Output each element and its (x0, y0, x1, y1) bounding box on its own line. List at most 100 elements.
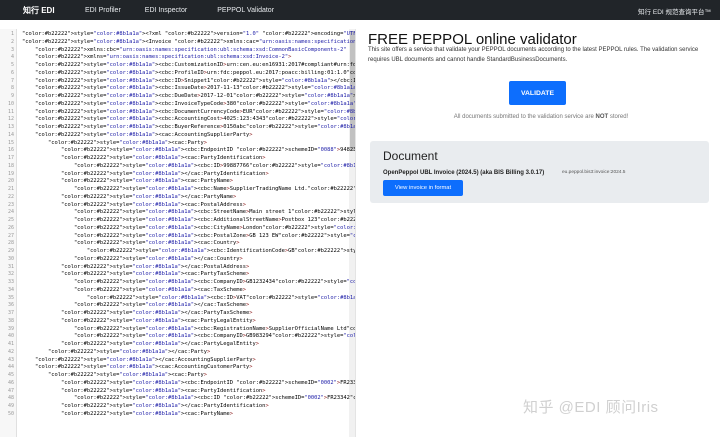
line-number: 48 (7, 395, 14, 402)
nav-edi-inspector[interactable]: EDI Inspector (145, 7, 187, 14)
code-text: "color:#b22222">style="color:#8b1a1a"><c… (60, 379, 356, 386)
code-text: "color:#b22222">style="color:#8b1a1a"><c… (60, 317, 256, 324)
line-number: 17 (7, 155, 14, 161)
code-line: 18 "color:#b22222">style="color:#8b1a1a"… (0, 163, 355, 171)
line-number: 7 (10, 77, 14, 84)
code-text: "color:#b22222">xmlns="urn:oasis:names:s… (34, 54, 292, 61)
line-number: 3 (10, 46, 14, 53)
code-line: 47 "color:#b22222">style="color:#8b1a1a"… (0, 388, 349, 396)
code-text: "color:#b22222">style="color:#8b1a1a"></… (47, 348, 211, 355)
view-invoice-button[interactable]: View invoice in format (383, 180, 463, 196)
line-number: 37 (7, 310, 14, 316)
line-number: 16 (7, 147, 14, 154)
code-text: "color:#b22222">style="color:#8b1a1a"><c… (47, 139, 208, 146)
code-line: 30 "color:#b22222">style="color:#8b1a1a"… (0, 256, 349, 264)
line-number: 12 (7, 116, 14, 123)
code-line: 42 "color:#b22222">style="color:#8b1a1a"… (0, 349, 349, 357)
line-number: 45 (7, 372, 14, 378)
code-text: "color:#b22222">style="color:#8b1a1a"><c… (34, 116, 355, 123)
code-line: 27 "color:#b22222">style="color:#8b1a1a"… (0, 232, 355, 241)
line-number: 6 (10, 69, 14, 76)
line-number: 24 (7, 209, 14, 216)
code-line: 35 "color:#b22222">style="color:#8b1a1a"… (0, 294, 355, 303)
line-number: 39 (7, 325, 14, 332)
line-number: 31 (7, 263, 14, 270)
line-number: 2 (10, 38, 14, 45)
code-text: "color:#b22222">style="color:#8b1a1a"><c… (34, 108, 355, 115)
line-number: 47 (7, 387, 14, 394)
line-number: 21 (7, 186, 14, 192)
code-text: "color:#b22222">style="color:#8b1a1a"><c… (73, 240, 240, 247)
nav-spec-platform-link[interactable]: 知行 EDI 规范查询平台™ (638, 6, 711, 16)
code-line: 48 "color:#b22222">style="color:#8b1a1a"… (0, 395, 355, 403)
line-number: 9 (10, 93, 14, 99)
code-line: 4 "color:#b22222">xmlns="urn:oasis:names… (0, 54, 349, 62)
code-line: 20 "color:#b22222">style="color:#8b1a1a"… (0, 178, 349, 186)
code-text: "color:#b22222">style="color:#8b1a1a"><c… (73, 162, 356, 169)
code-text: "color:#b22222">style="color:#8b1a1a"><c… (60, 271, 250, 278)
code-text: "color:#b22222">style="color:#8b1a1a"><c… (86, 294, 355, 301)
code-line: 29 "color:#b22222">style="color:#8b1a1a"… (0, 248, 355, 256)
line-number: 8 (10, 85, 14, 92)
code-line: 21 "color:#b22222">style="color:#8b1a1a"… (0, 186, 355, 194)
code-line: 50 "color:#b22222">style="color:#8b1a1a"… (0, 411, 349, 419)
xml-editor[interactable]: 1 "color:#b22222">style="color:#8b1a1a"><… (0, 29, 356, 437)
code-line: 15 "color:#b22222">style="color:#8b1a1a"… (0, 140, 349, 148)
code-line: 2 "color:#b22222">style="color:#8b1a1a"><… (0, 38, 355, 47)
line-number: 44 (7, 364, 14, 371)
code-line: 3 "color:#b22222">xmlns:cbc="urn:oasis:n… (0, 47, 349, 55)
code-line: 13 "color:#b22222">style="color:#8b1a1a"… (0, 124, 355, 132)
line-number: 30 (7, 255, 14, 262)
code-text: "color:#b22222">xmlns:cbc="urn:oasis:nam… (34, 46, 347, 53)
line-number: 10 (7, 100, 14, 107)
nav-edi-profiler[interactable]: EDI Profiler (85, 7, 121, 14)
code-text: "color:#b22222">style="color:#8b1a1a"><c… (73, 333, 355, 340)
code-line: 7 "color:#b22222">style="color:#8b1a1a">… (0, 77, 355, 86)
line-number: 15 (7, 139, 14, 146)
code-line: 5 "color:#b22222">style="color:#8b1a1a">… (0, 62, 355, 70)
line-number: 13 (7, 124, 14, 130)
code-text: "color:#b22222">style="color:#8b1a1a"></… (60, 263, 250, 270)
line-number: 35 (7, 294, 14, 301)
line-number: 38 (7, 317, 14, 324)
code-text: "color:#b22222">style="color:#8b1a1a"><c… (34, 100, 356, 107)
code-text: "color:#b22222">style="color:#8b1a1a"><c… (34, 85, 356, 92)
code-text: "color:#b22222">style="color:#8b1a1a"></… (60, 341, 259, 347)
code-line: 23 "color:#b22222">style="color:#8b1a1a"… (0, 202, 349, 210)
line-number: 22 (7, 193, 14, 200)
code-text: "color:#b22222">style="color:#8b1a1a"><c… (47, 372, 208, 378)
storage-notice-suffix: stored! (608, 114, 629, 120)
document-type-name: OpenPeppol UBL Invoice (2024.5) (aka BIS… (383, 170, 545, 176)
code-text: "color:#b22222">style="color:#8b1a1a"><c… (73, 395, 355, 402)
code-text: "color:#b22222">style="color:#8b1a1a"><c… (60, 178, 233, 185)
code-line: 8 "color:#b22222">style="color:#8b1a1a">… (0, 85, 355, 93)
document-card: Document OpenPeppol UBL Invoice (2024.5)… (370, 141, 709, 203)
document-type-id: eu.peppol.bis3:invoice:2024.5 (562, 170, 626, 175)
storage-notice-prefix: All documents submitted to the validatio… (453, 114, 596, 120)
code-text: "color:#b22222">style="color:#8b1a1a"><c… (60, 201, 246, 208)
line-number: 27 (7, 232, 14, 239)
code-line: 19 "color:#b22222">style="color:#8b1a1a"… (0, 171, 349, 179)
code-line: 34 "color:#b22222">style="color:#8b1a1a"… (0, 287, 349, 295)
line-number: 50 (7, 410, 14, 417)
code-line: 33 "color:#b22222">style="color:#8b1a1a"… (0, 279, 355, 287)
code-line: 46 "color:#b22222">style="color:#8b1a1a"… (0, 380, 355, 388)
code-line: 31 "color:#b22222">style="color:#8b1a1a"… (0, 264, 349, 272)
code-line: 38 "color:#b22222">style="color:#8b1a1a"… (0, 318, 349, 326)
line-number: 23 (7, 201, 14, 208)
code-text: "color:#b22222">style="color:#8b1a1a"><c… (73, 209, 356, 216)
code-text: "color:#b22222">style="color:#8b1a1a"><c… (60, 155, 266, 161)
line-number: 14 (7, 131, 14, 138)
code-text: "color:#b22222">style="color:#8b1a1a"><c… (34, 62, 356, 68)
code-line: 32 "color:#b22222">style="color:#8b1a1a"… (0, 271, 349, 279)
code-line: 1 "color:#b22222">style="color:#8b1a1a"><… (0, 31, 355, 39)
line-number: 34 (7, 286, 14, 293)
code-text: "color:#b22222">style="color:#8b1a1a"></… (60, 170, 269, 177)
validate-button[interactable]: VALIDATE (509, 81, 566, 105)
line-number: 41 (7, 341, 14, 347)
nav-peppol-validator[interactable]: PEPPOL Validator (217, 7, 274, 14)
document-heading: Document (383, 149, 438, 163)
brand-logo[interactable]: 知行 EDI (23, 5, 85, 16)
code-text: "color:#b22222">style="color:#8b1a1a"></… (73, 302, 250, 309)
line-number: 4 (10, 54, 14, 61)
